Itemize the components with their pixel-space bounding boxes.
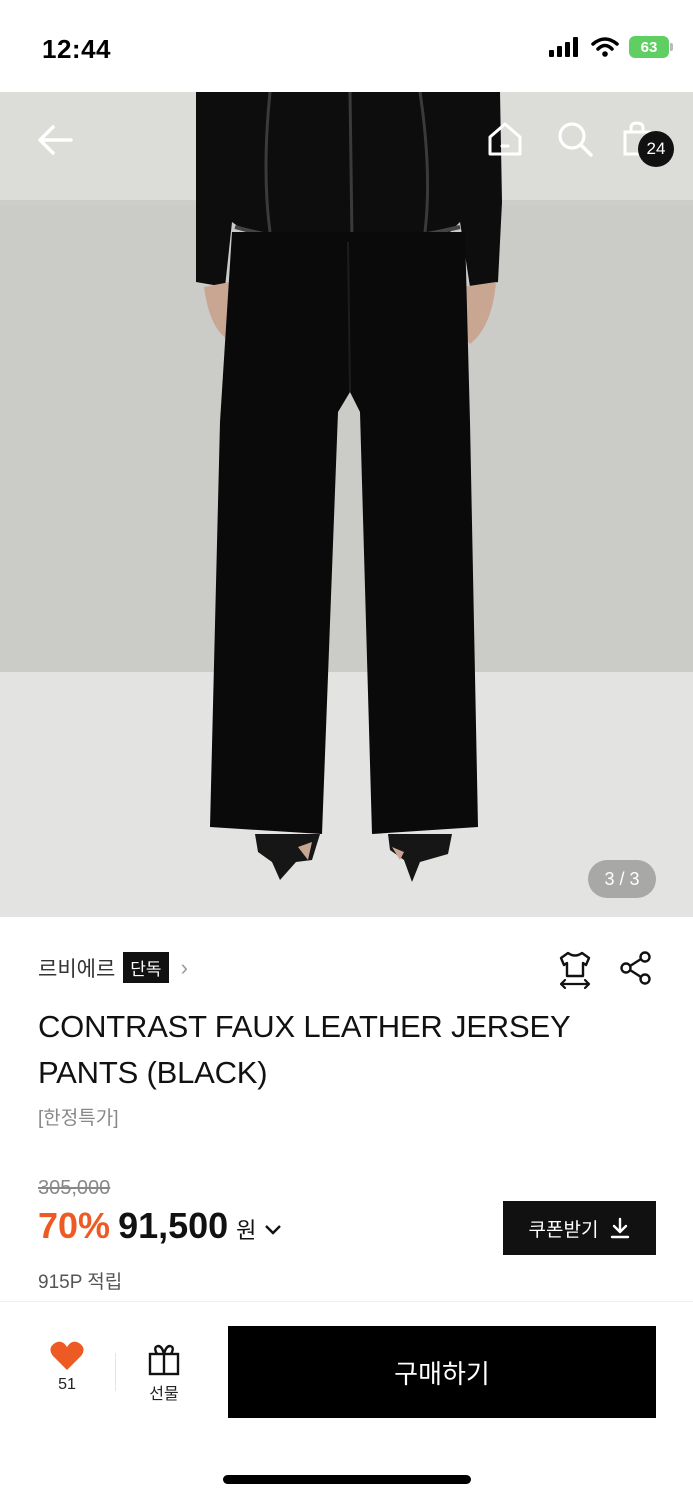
home-indicator [223, 1475, 471, 1484]
size-guide-icon [559, 951, 591, 990]
original-price: 305,000 [38, 1177, 111, 1199]
share-button[interactable] [619, 950, 653, 995]
coupon-label: 쿠폰받기 [528, 1219, 599, 1241]
cart-count-badge: 24 [638, 131, 674, 167]
back-arrow-icon [38, 125, 73, 155]
currency: 원 [236, 1218, 257, 1243]
get-coupon-button[interactable]: 쿠폰받기 [503, 1201, 656, 1255]
sale-price: 91,500 [118, 1205, 229, 1246]
like-count: 51 [58, 1376, 76, 1393]
image-counter: 3 / 3 [588, 860, 656, 898]
reward-points: 915P 적립 [38, 1272, 123, 1293]
buy-label: 구매하기 [394, 1358, 490, 1389]
size-guide-button[interactable] [557, 950, 593, 995]
search-button[interactable] [554, 118, 596, 160]
product-image-gallery[interactable] [0, 92, 693, 917]
download-icon [611, 1217, 630, 1239]
heart-icon [50, 1341, 84, 1370]
price-detail-toggle[interactable] [264, 1223, 282, 1241]
battery-level: 63 [640, 38, 658, 56]
signal-icon [549, 37, 578, 57]
gift-label: 선물 [149, 1386, 179, 1403]
product-photo [0, 92, 693, 917]
gift-icon [148, 1344, 180, 1376]
product-title: CONTRAST FAUX LEATHER JERSEY PANTS (BLAC… [38, 1009, 570, 1090]
brand-name: 르비에르 [38, 957, 116, 981]
status-time: 12:44 [42, 34, 111, 64]
chevron-down-icon [265, 1225, 282, 1235]
divider [115, 1353, 116, 1391]
promo-tag: [한정특가] [38, 1108, 119, 1129]
buy-button[interactable]: 구매하기 [228, 1326, 656, 1418]
like-button[interactable]: 51 [40, 1340, 94, 1394]
exclusive-badge: 단독 [123, 952, 169, 983]
price-row: 70% 91,500 원 [38, 1205, 282, 1247]
gift-button[interactable]: 선물 [136, 1344, 192, 1404]
status-icons: 63 [549, 36, 673, 58]
search-icon [558, 122, 593, 157]
wifi-icon [591, 37, 619, 57]
home-button[interactable] [484, 118, 526, 160]
chevron-right-icon: › [180, 954, 188, 980]
home-icon [488, 122, 522, 156]
share-icon [620, 951, 651, 985]
product-actions [557, 950, 653, 995]
battery-icon: 63 [629, 36, 673, 58]
status-bar: 12:44 63 [0, 0, 693, 92]
discount-rate: 70% [38, 1205, 111, 1246]
brand-link[interactable]: 르비에르 단독 › [38, 952, 188, 983]
back-button[interactable] [32, 118, 78, 162]
